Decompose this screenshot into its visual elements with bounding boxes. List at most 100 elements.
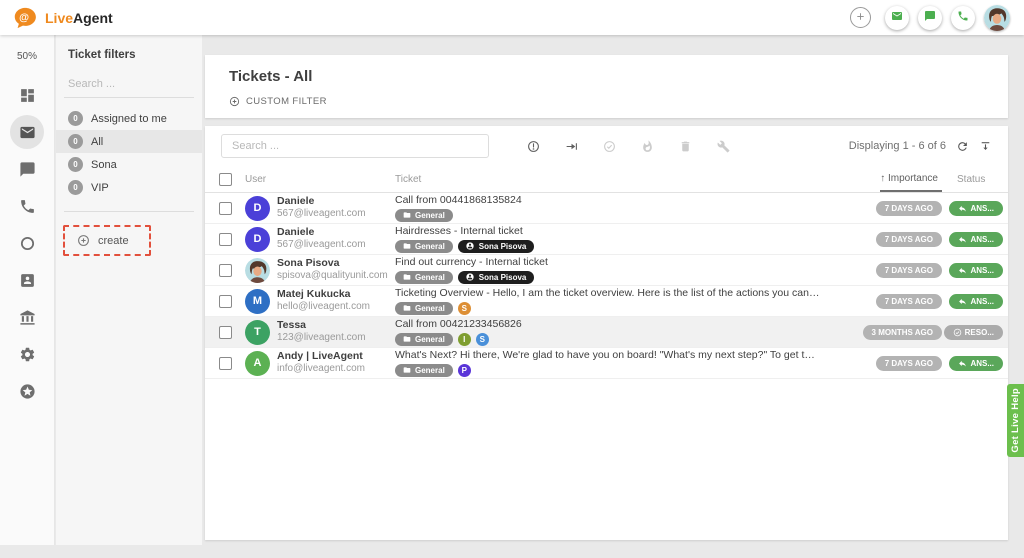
department-tag[interactable]: General [395, 302, 453, 315]
custom-filter-button[interactable]: CUSTOM FILTER [229, 96, 327, 107]
row-checkbox[interactable] [219, 264, 232, 277]
tag-badge[interactable]: S [476, 333, 489, 346]
row-checkbox[interactable] [219, 233, 232, 246]
resolve-icon[interactable] [603, 140, 616, 153]
row-checkbox-cell [205, 264, 245, 277]
filter-item-label: Sona [91, 159, 117, 171]
status-badge[interactable]: ANS... [949, 356, 1003, 371]
ticket-row[interactable]: AAndy | LiveAgentinfo@liveagent.comWhat'… [205, 348, 1008, 379]
user-email: 567@liveagent.com [277, 208, 366, 221]
status-badge[interactable]: ANS... [949, 232, 1003, 247]
status-label: ANS... [970, 266, 994, 275]
new-chat-button[interactable] [918, 6, 942, 30]
ticket-row[interactable]: TTessa123@liveagent.comCall from 0042123… [205, 317, 1008, 348]
page-title: Tickets - All [229, 68, 984, 85]
importance-cell: 3 MONTHS AGO [834, 325, 942, 340]
column-header-ticket[interactable]: Ticket [395, 174, 834, 185]
user-meta: Matej Kukuckahello@liveagent.com [277, 288, 370, 314]
department-tag[interactable]: General [395, 364, 453, 377]
column-header-user[interactable]: User [245, 174, 395, 185]
new-email-button[interactable] [885, 6, 909, 30]
topbar-actions [850, 5, 1010, 31]
user-avatar[interactable] [984, 5, 1010, 31]
sidebar-item-academy[interactable] [10, 300, 44, 334]
status-cell: ANS... [942, 263, 1008, 278]
delete-icon[interactable] [679, 140, 692, 153]
forward-icon[interactable] [565, 140, 578, 153]
filter-item-vip[interactable]: 0VIP [56, 176, 202, 199]
create-filter-button[interactable]: create [63, 225, 151, 256]
avatar-photo-icon [984, 5, 1010, 31]
user-cell: MMatej Kukuckahello@liveagent.com [245, 288, 395, 314]
user-name: Andy | LiveAgent [277, 350, 365, 363]
spam-icon[interactable] [641, 140, 654, 153]
ring-icon [19, 235, 36, 252]
status-label: ANS... [970, 359, 994, 368]
column-header-status[interactable]: Status [942, 174, 1008, 185]
column-header-importance[interactable]: ↑ Importance [834, 167, 942, 192]
tools-icon[interactable] [717, 140, 730, 153]
export-icon[interactable] [979, 140, 992, 153]
get-live-help-tab[interactable]: Get Live Help [1007, 384, 1024, 457]
folder-icon [403, 304, 411, 312]
status-badge[interactable]: ANS... [949, 201, 1003, 216]
filter-item-assigned-to-me[interactable]: 0Assigned to me [56, 107, 202, 130]
sidebar-item-dashboard[interactable] [10, 78, 44, 112]
department-tag[interactable]: General [395, 240, 453, 253]
department-tag[interactable]: General [395, 333, 453, 346]
status-badge[interactable]: ANS... [949, 263, 1003, 278]
envelope-icon [19, 124, 36, 141]
add-button[interactable] [850, 7, 871, 28]
filter-count-badge: 0 [68, 134, 83, 149]
status-badge[interactable]: ANS... [949, 294, 1003, 309]
ticket-cell: What's Next? Hi there, We're glad to hav… [395, 349, 834, 377]
user-email: 567@liveagent.com [277, 239, 366, 252]
filter-item-all[interactable]: 0All [56, 130, 202, 153]
person-icon [466, 242, 475, 251]
user-meta: Daniele567@liveagent.com [277, 195, 366, 221]
sidebar-item-calls[interactable] [10, 189, 44, 223]
topbar: @ LiveAgent [0, 0, 1024, 35]
user-name: Matej Kukucka [277, 288, 370, 301]
sidebar-item-settings[interactable] [10, 337, 44, 371]
resolved-icon [953, 328, 962, 337]
tag-badge[interactable]: S [458, 302, 471, 315]
filters-search-input[interactable] [56, 78, 202, 97]
row-checkbox-cell [205, 233, 245, 246]
ticket-tags: General S [395, 302, 820, 315]
status-cell: ANS... [942, 232, 1008, 247]
status-badge[interactable]: RESO... [944, 325, 1003, 340]
sort-arrow-icon: ↑ [880, 173, 885, 184]
filter-item-sona[interactable]: 0Sona [56, 153, 202, 176]
ticket-row[interactable]: MMatej Kukuckahello@liveagent.comTicketi… [205, 286, 1008, 317]
select-all-checkbox[interactable] [219, 173, 232, 186]
user-meta: Sona Pisovaspisova@qualityunit.com [277, 257, 388, 283]
row-checkbox[interactable] [219, 326, 232, 339]
refresh-icon[interactable] [956, 140, 969, 153]
ticket-row[interactable]: Sona Pisovaspisova@qualityunit.comFind o… [205, 255, 1008, 286]
row-checkbox[interactable] [219, 357, 232, 370]
sidebar-item-tickets[interactable] [10, 115, 44, 149]
ticket-row[interactable]: DDaniele567@liveagent.comHairdresses - I… [205, 224, 1008, 255]
assignee-tag[interactable]: Sona Pisova [458, 240, 535, 253]
tag-label: Sona Pisova [479, 242, 527, 251]
row-checkbox[interactable] [219, 202, 232, 215]
custom-filter-label: CUSTOM FILTER [246, 96, 327, 107]
importance-cell: 7 DAYS AGO [834, 356, 942, 371]
sidebar-item-chats[interactable] [10, 152, 44, 186]
department-tag[interactable]: General [395, 271, 453, 284]
sidebar-item-status[interactable] [10, 226, 44, 260]
department-tag[interactable]: General [395, 209, 453, 222]
folder-icon [403, 273, 411, 281]
sidebar-item-upgrade[interactable] [10, 374, 44, 408]
reply-icon [958, 266, 967, 275]
assignee-tag[interactable]: Sona Pisova [458, 271, 535, 284]
ticket-row[interactable]: DDaniele567@liveagent.comCall from 00441… [205, 193, 1008, 224]
sidebar-item-contacts[interactable] [10, 263, 44, 297]
tag-badge[interactable]: I [458, 333, 471, 346]
info-icon[interactable] [527, 140, 540, 153]
tag-badge[interactable]: P [458, 364, 471, 377]
tickets-search-input[interactable] [221, 134, 489, 158]
new-call-button[interactable] [951, 6, 975, 30]
row-checkbox[interactable] [219, 295, 232, 308]
